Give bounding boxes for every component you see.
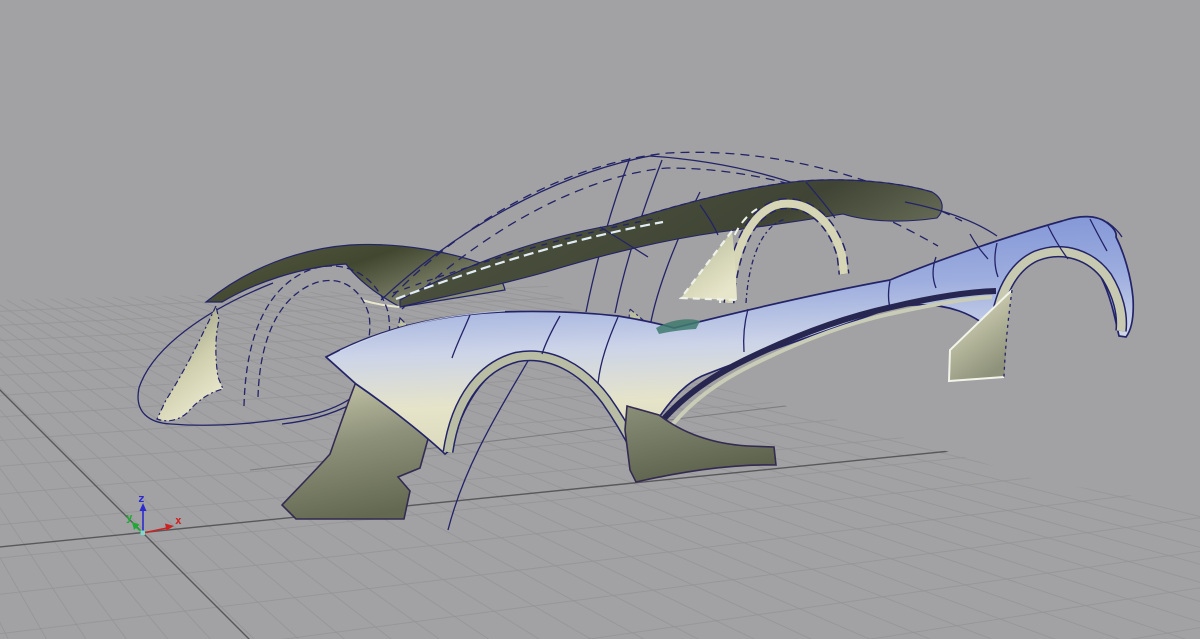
- z-axis-label: z: [138, 492, 145, 505]
- y-axis-label: y: [126, 511, 133, 524]
- axis-gizmo: z x y: [126, 492, 182, 535]
- viewport-canvas[interactable]: z x y: [0, 0, 1200, 639]
- cad-3d-viewport[interactable]: z x y: [0, 0, 1200, 639]
- rear-triangle-panel: [681, 231, 737, 300]
- origin-marker: [141, 531, 146, 536]
- x-axis-label: x: [175, 514, 182, 527]
- front-lower-panel: [157, 306, 223, 421]
